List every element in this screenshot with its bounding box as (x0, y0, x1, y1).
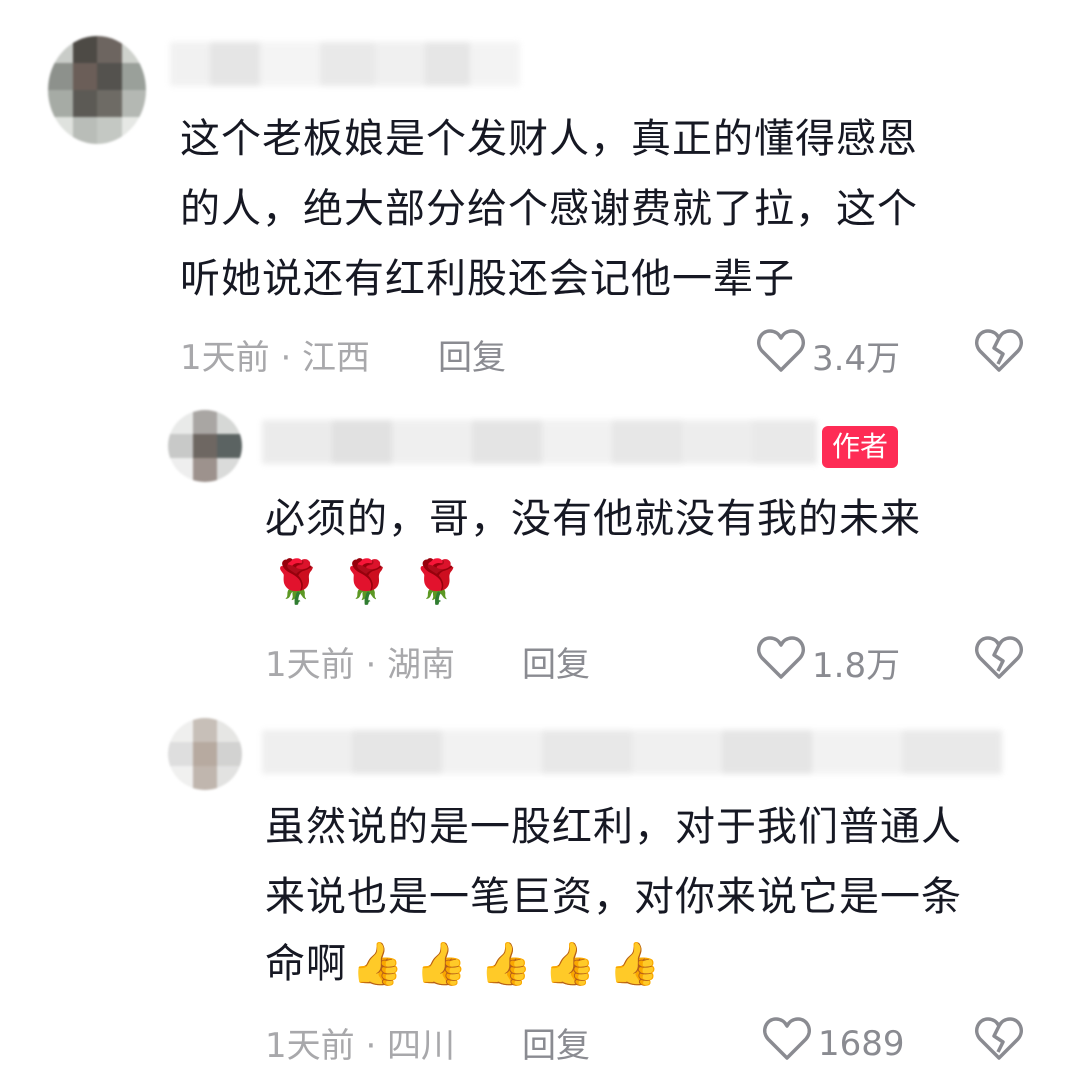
thumbs-up-emoji: 👍 (479, 939, 532, 988)
username[interactable] (262, 420, 817, 464)
reply-comment-item: 作者 必须的，哥，没有他就没有我的未来 🌹 🌹 🌹 1天前 · 湖南 回复 1.… (0, 400, 1080, 700)
time-location: 1天前 · 湖南 (265, 645, 456, 685)
like-button[interactable]: 1689 (762, 1016, 905, 1071)
dislike-button[interactable] (974, 635, 1024, 685)
reply-button[interactable]: 回复 (522, 637, 590, 686)
reply-button[interactable]: 回复 (438, 330, 506, 379)
rose-emoji: 🌹 (340, 557, 393, 606)
thumbs-up-emoji: 👍 (608, 939, 661, 988)
author-badge: 作者 (822, 426, 899, 468)
like-count: 3.4万 (812, 339, 901, 379)
time-location: 1天前 · 江西 (180, 338, 371, 378)
broken-heart-icon (974, 1017, 1024, 1066)
broken-heart-icon (974, 329, 1024, 378)
comment-item: 这个老板娘是个发财人，真正的懂得感恩 的人，绝大部分给个感谢费就了拉，这个 听她… (0, 0, 1080, 400)
emoji-row: 👍 👍 👍 👍 👍 (351, 938, 660, 990)
dislike-button[interactable] (974, 328, 1024, 378)
reply-button[interactable]: 回复 (522, 1018, 590, 1067)
comment-line: 命啊 (265, 941, 347, 987)
comment-line: 必须的，哥，没有他就没有我的未来 (265, 496, 921, 542)
dislike-button[interactable] (974, 1016, 1024, 1066)
time-location: 1天前 · 四川 (265, 1026, 456, 1066)
thumbs-up-emoji: 👍 (415, 939, 468, 988)
avatar[interactable] (168, 410, 242, 482)
broken-heart-icon (974, 636, 1024, 685)
like-button[interactable]: 3.4万 (756, 328, 900, 383)
comment-last-line: 命啊 👍 👍 👍 👍 👍 (265, 932, 660, 996)
emoji-row: 🌹 🌹 🌹 (270, 556, 463, 608)
thumbs-up-emoji: 👍 (351, 939, 404, 988)
rose-emoji: 🌹 (410, 557, 463, 606)
like-count: 1689 (818, 1023, 905, 1064)
comment-line: 虽然说的是一股红利，对于我们普通人 (265, 804, 962, 850)
comment-line: 的人，绝大部分给个感谢费就了拉，这个 (180, 186, 918, 232)
username[interactable] (170, 42, 520, 86)
comment-text: 虽然说的是一股红利，对于我们普通人 来说也是一笔巨资，对你来说它是一条 (265, 792, 1065, 932)
comment-line: 听她说还有红利股还会记他一辈子 (180, 256, 795, 302)
like-count: 1.8万 (812, 646, 901, 686)
thumbs-up-emoji: 👍 (543, 939, 597, 988)
like-button[interactable]: 1.8万 (756, 635, 900, 690)
avatar[interactable] (168, 718, 242, 790)
username[interactable] (262, 730, 1002, 774)
comment-text: 必须的，哥，没有他就没有我的未来 (265, 484, 1055, 554)
reply-comment-item: 虽然说的是一股红利，对于我们普通人 来说也是一笔巨资，对你来说它是一条 命啊 👍… (0, 700, 1080, 1081)
rose-emoji: 🌹 (270, 557, 323, 606)
comment-text: 这个老板娘是个发财人，真正的懂得感恩 的人，绝大部分给个感谢费就了拉，这个 听她… (180, 104, 1040, 314)
heart-outline-icon (756, 635, 806, 690)
heart-outline-icon (756, 328, 806, 383)
comment-line: 来说也是一笔巨资，对你来说它是一条 (265, 874, 962, 920)
comment-line: 这个老板娘是个发财人，真正的懂得感恩 (180, 116, 918, 162)
heart-outline-icon (762, 1016, 812, 1071)
avatar[interactable] (48, 36, 146, 144)
